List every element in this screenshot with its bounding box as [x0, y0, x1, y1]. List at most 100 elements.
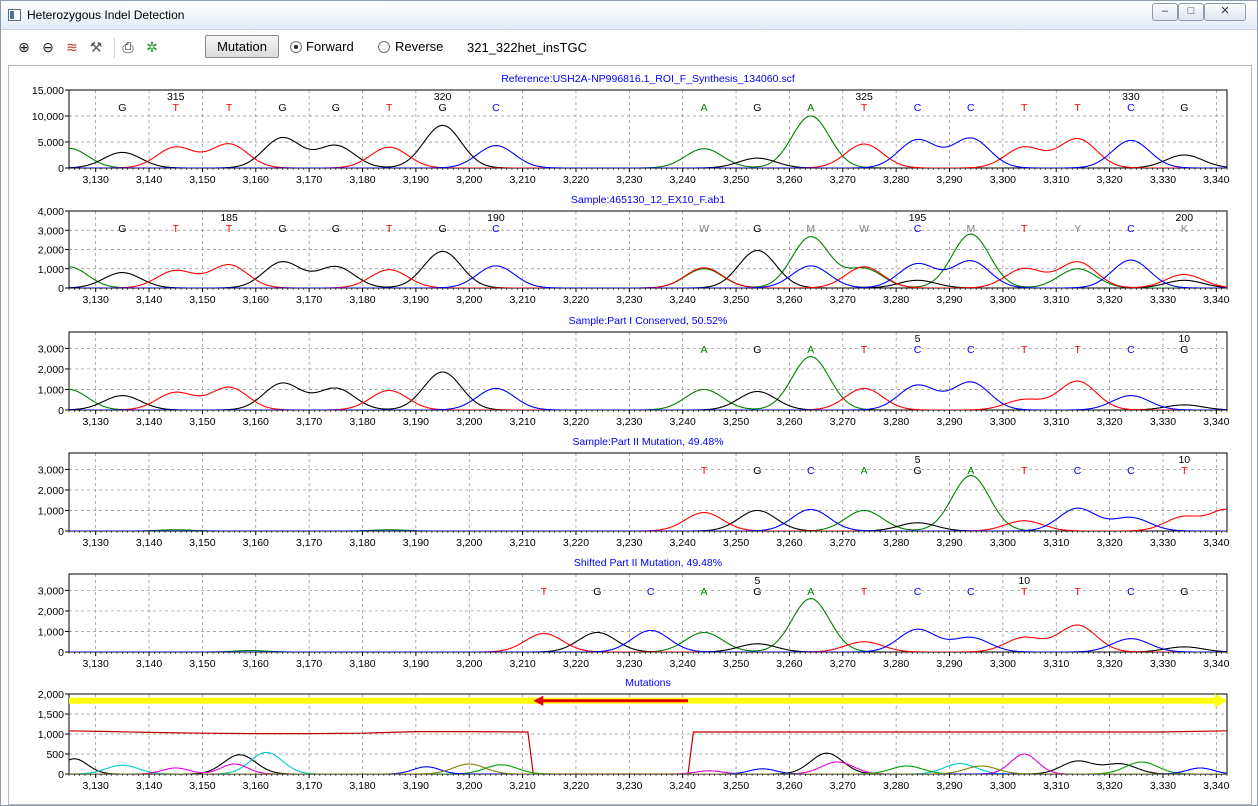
trace-series	[69, 233, 1227, 288]
y-tick-label: 0	[58, 163, 64, 175]
base-call: C	[492, 102, 500, 114]
base-call: G	[753, 102, 761, 114]
trace-series	[69, 356, 1227, 410]
base-call: Y	[1074, 223, 1081, 235]
x-tick-label: 3,160	[243, 537, 269, 549]
x-tick-label: 3,260	[776, 174, 802, 186]
y-tick-label: 3,000	[38, 225, 64, 237]
x-tick-label: 3,320	[1096, 174, 1122, 186]
x-tick-label: 3,130	[83, 174, 109, 186]
panel-title: Sample:Part I Conserved, 50.52%	[569, 315, 728, 327]
x-tick-label: 3,250	[723, 294, 749, 306]
x-tick-label: 3,130	[83, 537, 109, 549]
base-call: C	[1127, 344, 1135, 356]
tools-icon[interactable]: ⚒	[87, 38, 105, 56]
x-tick-label: 3,280	[883, 658, 909, 670]
reverse-radio[interactable]	[378, 41, 390, 53]
y-tick-label: 0	[58, 405, 64, 417]
x-tick-label: 3,310	[1043, 537, 1069, 549]
base-call: T	[701, 465, 708, 477]
zoom-in-icon[interactable]: ⊕	[15, 38, 33, 56]
x-tick-label: 3,280	[883, 780, 909, 792]
x-tick-label: 3,220	[563, 416, 589, 428]
x-tick-label: 3,220	[563, 780, 589, 792]
mutation-button[interactable]: Mutation	[205, 35, 279, 58]
base-call: T	[861, 586, 868, 598]
base-call: C	[914, 223, 922, 235]
x-tick-label: 3,320	[1096, 294, 1122, 306]
x-tick-label: 3,290	[936, 416, 962, 428]
x-tick-label: 3,270	[830, 537, 856, 549]
x-tick-label: 3,130	[83, 294, 109, 306]
x-tick-label: 3,200	[456, 416, 482, 428]
trace-series	[69, 137, 1227, 168]
y-tick-label: 1,000	[38, 729, 64, 741]
base-call: A	[807, 102, 814, 114]
y-tick-label: 3,000	[38, 585, 64, 597]
zoom-out-icon[interactable]: ⊖	[39, 38, 57, 56]
base-call: A	[967, 465, 974, 477]
position-label: 185	[220, 212, 238, 224]
x-tick-label: 3,170	[296, 174, 322, 186]
base-call: C	[914, 586, 922, 598]
position-label: 10	[1018, 575, 1030, 587]
panel-title: Mutations	[625, 677, 671, 689]
base-call: T	[1074, 586, 1081, 598]
x-tick-label: 3,240	[670, 658, 696, 670]
trace-series	[69, 598, 1227, 652]
base-call: T	[1021, 102, 1028, 114]
reverse-label[interactable]: Reverse	[395, 39, 443, 54]
print-icon[interactable]: ⎙	[119, 38, 137, 56]
run-icon[interactable]: ✲	[143, 38, 161, 56]
chromatogram-panel-1: Reference:USH2A-NP996816.1_ROI_F_Synthes…	[32, 73, 1230, 186]
x-tick-label: 3,220	[563, 537, 589, 549]
base-call: G	[118, 223, 126, 235]
close-button[interactable]: ✕	[1204, 3, 1246, 21]
trace-series	[69, 752, 1227, 774]
x-tick-label: 3,280	[883, 416, 909, 428]
y-tick-label: 1,000	[38, 626, 64, 638]
window-title: Heterozygous Indel Detection	[27, 8, 185, 22]
x-tick-label: 3,270	[830, 658, 856, 670]
minimize-button[interactable]: –	[1152, 3, 1178, 21]
x-tick-label: 3,230	[616, 780, 642, 792]
x-tick-label: 3,310	[1043, 416, 1069, 428]
base-call: G	[753, 586, 761, 598]
base-call: T	[1021, 586, 1028, 598]
x-tick-label: 3,190	[403, 416, 429, 428]
x-tick-label: 3,220	[563, 658, 589, 670]
x-tick-label: 3,290	[936, 174, 962, 186]
base-call: T	[541, 586, 548, 598]
x-tick-label: 3,140	[136, 780, 162, 792]
base-call: G	[332, 223, 340, 235]
forward-radio[interactable]	[290, 41, 302, 53]
base-call: G	[913, 465, 921, 477]
x-tick-label: 3,340	[1203, 537, 1229, 549]
base-call: G	[1180, 586, 1188, 598]
base-call: A	[701, 586, 708, 598]
base-call: M	[806, 223, 815, 235]
trace-icon[interactable]: ≋	[63, 38, 81, 56]
position-label: 10	[1178, 333, 1190, 345]
x-tick-label: 3,290	[936, 658, 962, 670]
x-tick-label: 3,140	[136, 294, 162, 306]
y-tick-label: 2,000	[38, 689, 64, 701]
x-tick-label: 3,280	[883, 537, 909, 549]
x-tick-label: 3,230	[616, 658, 642, 670]
x-tick-label: 3,250	[723, 416, 749, 428]
x-tick-label: 3,170	[296, 294, 322, 306]
position-label: 195	[909, 212, 927, 224]
forward-label[interactable]: Forward	[306, 39, 354, 54]
x-tick-label: 3,290	[936, 294, 962, 306]
base-call: T	[1074, 344, 1081, 356]
chromatogram-panel-6: Mutations 0 500 1,000 1,500 2,000 3,130 3,140 3,…	[38, 677, 1230, 792]
x-tick-label: 3,310	[1043, 294, 1069, 306]
trace-series	[69, 753, 1227, 774]
title-bar[interactable]: Heterozygous Indel Detection – □ ✕	[1, 1, 1257, 30]
x-tick-label: 3,160	[243, 294, 269, 306]
maximize-button[interactable]: □	[1178, 3, 1204, 21]
base-call: T	[861, 102, 868, 114]
base-call: A	[807, 586, 814, 598]
y-tick-label: 2,000	[38, 606, 64, 618]
x-tick-label: 3,300	[990, 658, 1016, 670]
